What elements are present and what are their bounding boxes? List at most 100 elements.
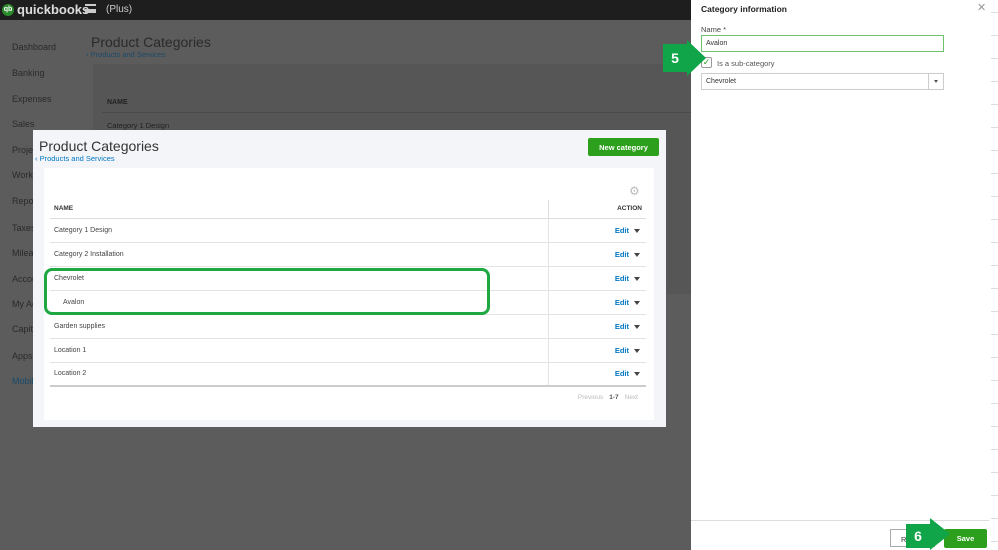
edit-link[interactable]: Edit	[615, 226, 629, 235]
caret-down-icon[interactable]	[634, 324, 640, 329]
sidebar-item-accounting[interactable]: Accounting	[12, 274, 34, 284]
column-header-action: ACTION	[547, 200, 646, 219]
close-icon[interactable]: ✕	[977, 1, 986, 14]
arrow-right-icon	[930, 518, 950, 550]
sidebar-item-reports[interactable]: Reports	[12, 196, 34, 206]
sidebar-item-taxes[interactable]: Taxes	[12, 223, 34, 233]
divider	[991, 35, 998, 36]
background-back-link: ‹ Products and Services	[86, 50, 166, 59]
divider	[991, 104, 998, 105]
action-cell: Edit	[547, 338, 646, 363]
divider	[991, 265, 998, 266]
next-link[interactable]: Next	[625, 394, 638, 401]
sidebar-item-dashboard[interactable]: Dashboard	[12, 42, 92, 52]
divider	[991, 12, 998, 13]
pagination: Previous 1-7 Next	[578, 394, 638, 401]
divider	[991, 173, 998, 174]
table-row: Garden supplies Edit	[50, 314, 646, 339]
divider	[991, 426, 998, 427]
action-cell: Edit	[547, 362, 646, 387]
edit-link[interactable]: Edit	[615, 250, 629, 259]
table-row: Category 1 Design Edit	[50, 218, 646, 243]
name-input[interactable]: Avalon	[701, 35, 944, 52]
action-cell: Edit	[547, 290, 646, 315]
divider	[991, 334, 998, 335]
new-category-button[interactable]: New category	[588, 138, 659, 156]
background-table-header: NAME	[107, 99, 128, 106]
divider	[991, 449, 998, 450]
sidebar-item-mobile[interactable]: Mobile	[12, 376, 34, 386]
divider	[991, 518, 998, 519]
action-cell: Edit	[547, 218, 646, 243]
sidebar-item-my-accountant[interactable]: My Accountant	[12, 299, 34, 309]
column-header-name: NAME	[50, 200, 548, 219]
table-row: Category 2 Installation Edit	[50, 242, 646, 267]
save-button[interactable]: Save	[944, 529, 987, 548]
divider	[991, 242, 998, 243]
sidebar-item-workers[interactable]: Workers	[12, 170, 34, 180]
category-name: Garden supplies	[50, 314, 548, 339]
subcategory-label: Is a sub-category	[717, 59, 775, 68]
edit-link[interactable]: Edit	[615, 369, 629, 378]
divider	[991, 196, 998, 197]
edit-link[interactable]: Edit	[615, 346, 629, 355]
divider	[991, 472, 998, 473]
category-name: Category 1 Design	[50, 218, 548, 243]
edit-link[interactable]: Edit	[615, 322, 629, 331]
gear-icon[interactable]: ⚙	[629, 184, 640, 198]
arrow-right-icon	[687, 40, 706, 76]
sidebar-item-banking[interactable]: Banking	[12, 68, 92, 78]
action-cell: Edit	[547, 266, 646, 291]
category-name: Category 2 Installation	[50, 242, 548, 267]
chevron-down-icon[interactable]	[928, 74, 943, 89]
category-name: Location 2	[50, 362, 548, 387]
modal-title: Product Categories	[39, 138, 159, 154]
highlight-box	[44, 268, 490, 315]
company-name: (Plus)	[106, 4, 133, 15]
background-row: Category 1 Design	[107, 121, 170, 130]
edit-link[interactable]: Edit	[615, 298, 629, 307]
panel-title: Category information	[701, 4, 787, 14]
page-range: 1-7	[609, 394, 619, 401]
background-page-title: Product Categories	[91, 34, 211, 50]
sidebar-item-projects[interactable]: Projects	[12, 145, 34, 155]
caret-down-icon[interactable]	[634, 228, 640, 233]
action-cell: Edit	[547, 242, 646, 267]
divider	[991, 58, 998, 59]
divider	[991, 288, 998, 289]
divider	[991, 311, 998, 312]
divider	[991, 380, 998, 381]
caret-down-icon[interactable]	[634, 252, 640, 257]
caret-down-icon[interactable]	[634, 300, 640, 305]
sidebar-item-apps[interactable]: Apps	[12, 351, 34, 361]
caret-down-icon[interactable]	[634, 372, 640, 377]
previous-link[interactable]: Previous	[578, 394, 603, 401]
caret-down-icon[interactable]	[634, 348, 640, 353]
divider	[991, 495, 998, 496]
divider	[991, 81, 998, 82]
sidebar-item-mileage[interactable]: Mileage	[12, 248, 34, 258]
sidebar-item-capital[interactable]: Capital	[12, 324, 34, 334]
quickbooks-logo[interactable]: qb quickbooks	[2, 2, 89, 17]
table-row: Location 1 Edit	[50, 338, 646, 363]
name-label: Name *	[701, 25, 727, 34]
category-name: Location 1	[50, 338, 548, 363]
divider	[102, 112, 691, 113]
products-services-link[interactable]: ‹ Products and Services	[35, 154, 115, 163]
divider	[991, 403, 998, 404]
parent-category-select[interactable]: Chevrolet	[701, 73, 944, 90]
top-bar: qb quickbooks (Plus)	[0, 0, 691, 20]
caret-down-icon[interactable]	[634, 276, 640, 281]
divider	[991, 127, 998, 128]
right-edge-strip	[989, 0, 998, 550]
table-row: Location 2 Edit	[50, 362, 646, 387]
hamburger-menu-icon[interactable]	[85, 4, 96, 13]
divider	[991, 219, 998, 220]
action-cell: Edit	[547, 314, 646, 339]
sidebar-item-expenses[interactable]: Expenses	[12, 94, 92, 104]
divider	[991, 150, 998, 151]
divider	[991, 357, 998, 358]
sidebar-item-sales[interactable]: Sales	[12, 119, 92, 129]
edit-link[interactable]: Edit	[615, 274, 629, 283]
divider	[991, 541, 998, 542]
